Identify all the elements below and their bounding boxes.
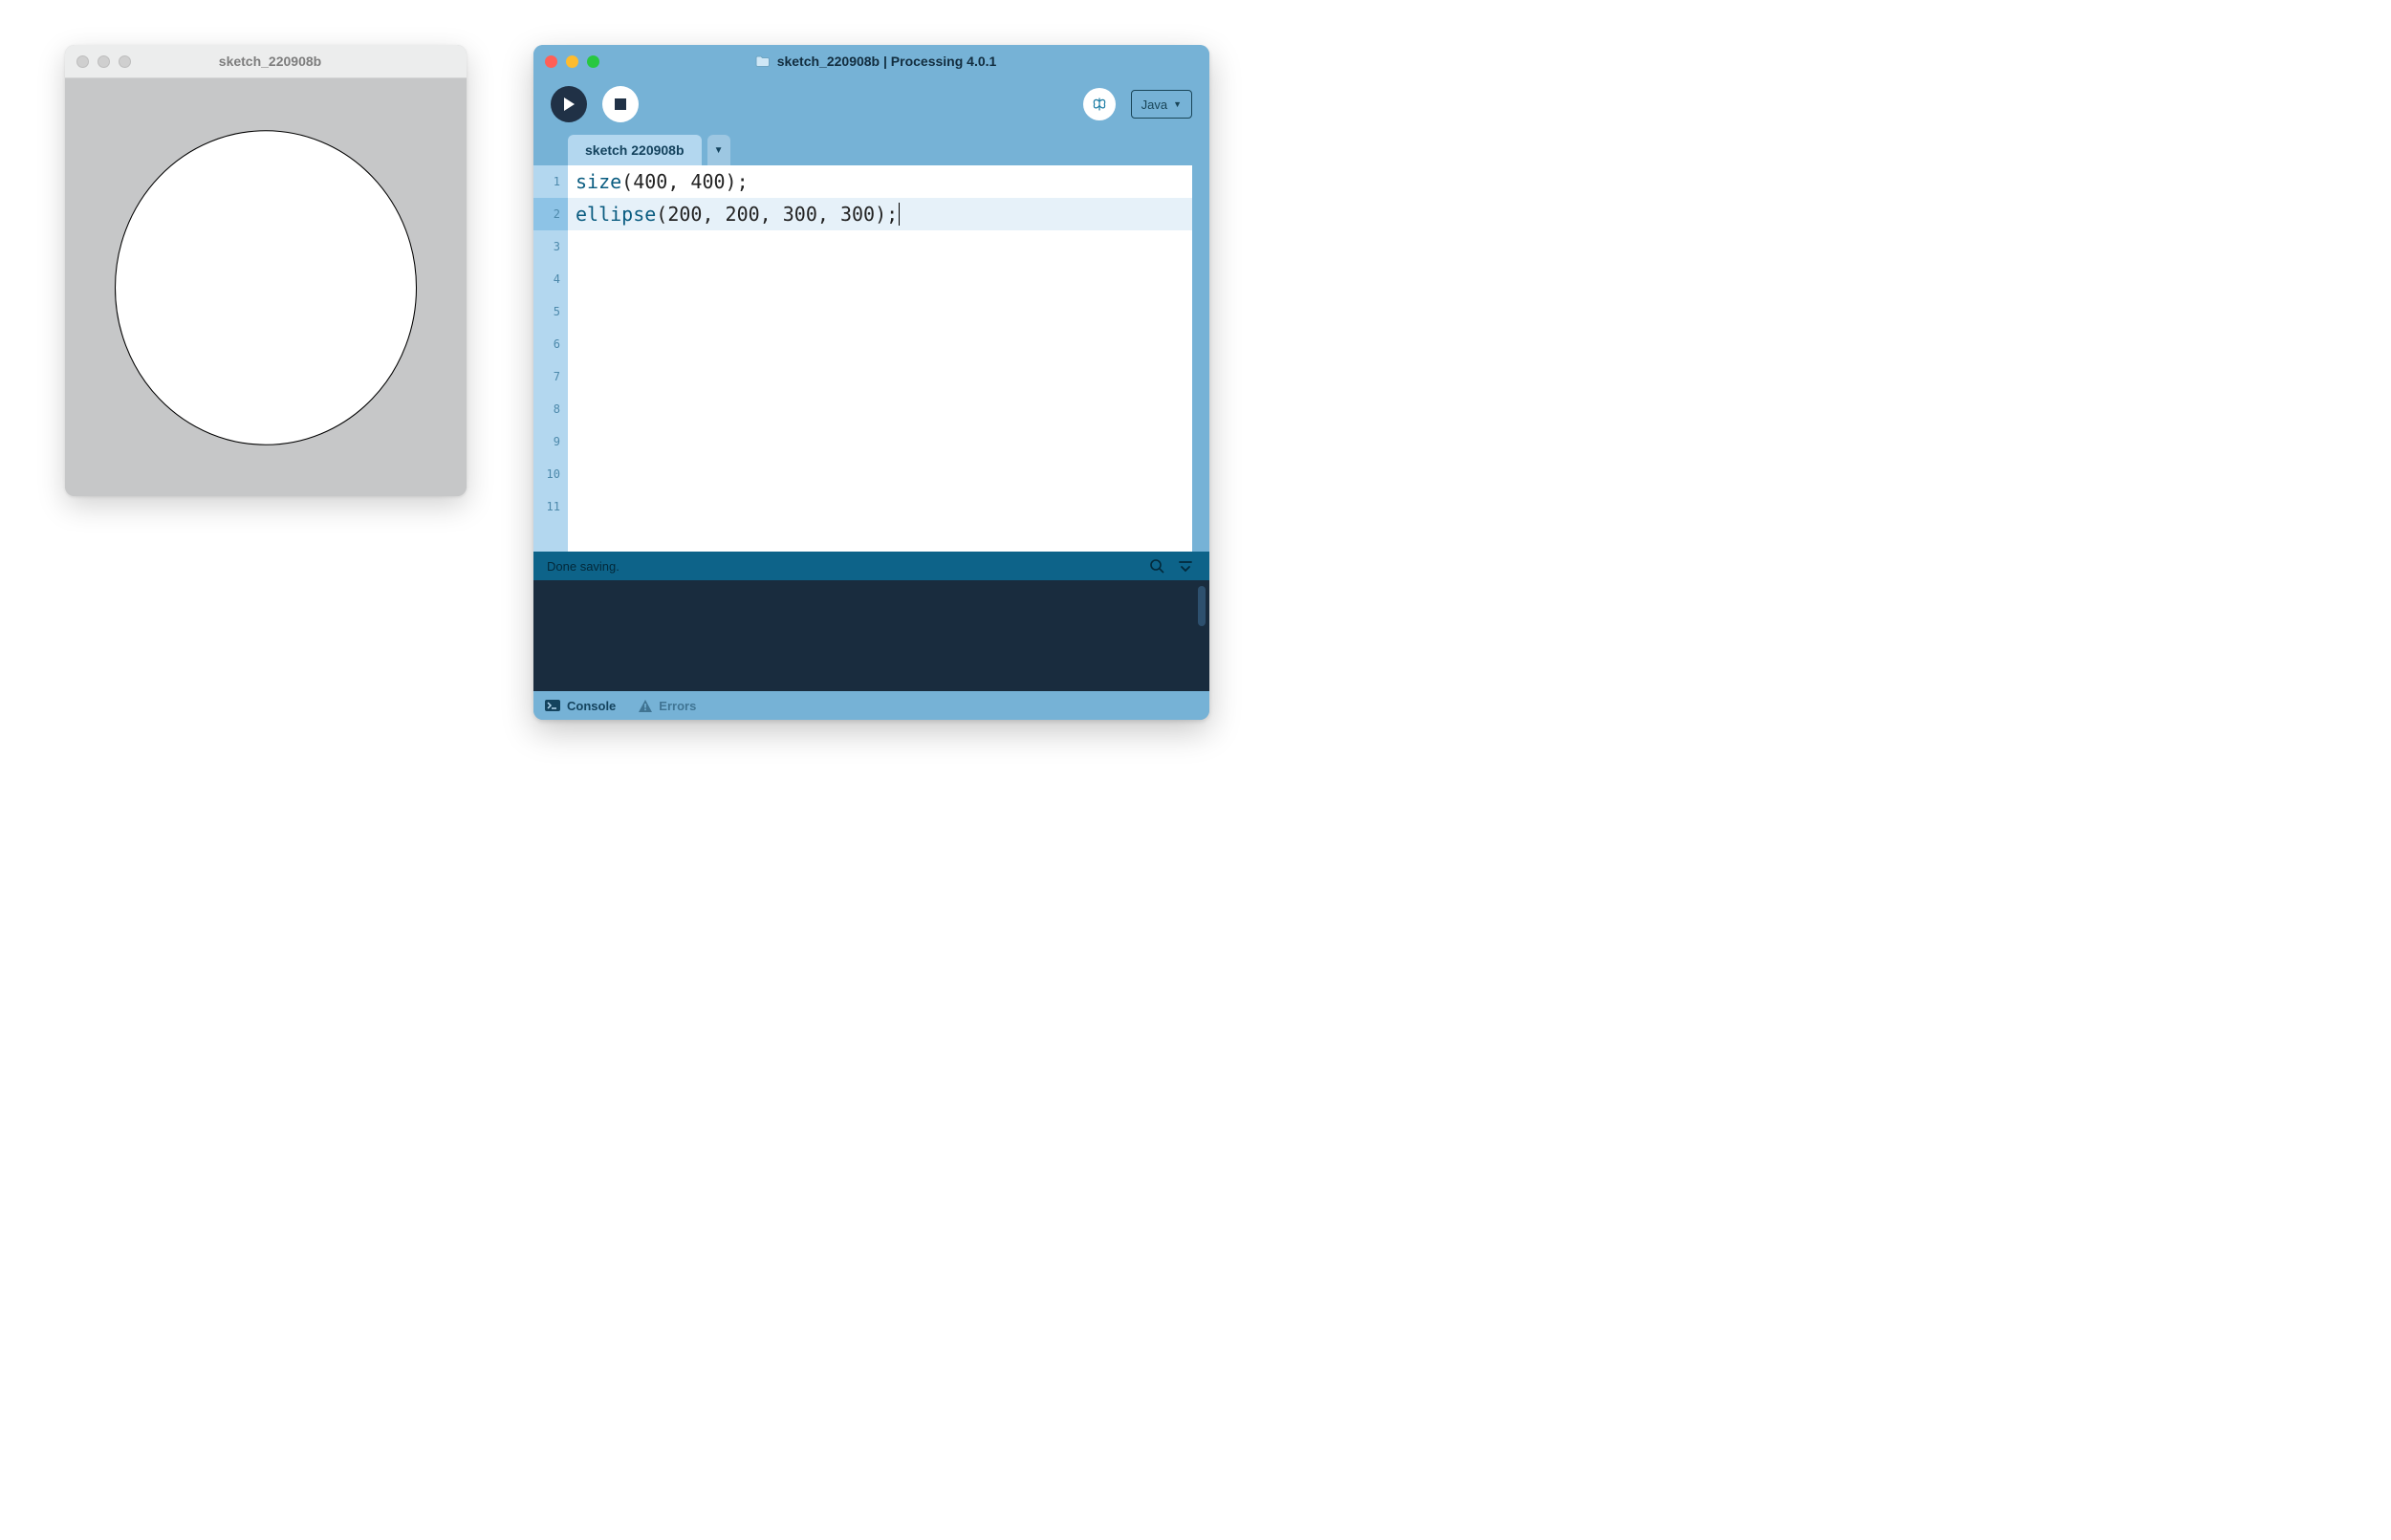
tab-errors[interactable]: Errors (639, 699, 696, 713)
line-number: 4 (533, 263, 568, 295)
chevron-down-icon: ▼ (1173, 99, 1182, 109)
status-text: Done saving. (547, 559, 1139, 574)
line-number: 9 (533, 425, 568, 458)
code-token: (200, 200, 300, 300); (656, 203, 898, 226)
line-number-gutter: 1234567891011 (533, 165, 568, 552)
sketch-output-window: sketch_220908b (65, 45, 467, 496)
bottom-tab-bar: Console Errors (533, 691, 1209, 720)
ide-title-wrap: sketch_220908b | Processing 4.0.1 (554, 54, 1198, 69)
line-number: 10 (533, 458, 568, 490)
tab-console-label: Console (567, 699, 616, 713)
file-tab-row: sketch 220908b ▼ (533, 131, 1209, 165)
scrollbar-thumb[interactable] (1198, 586, 1206, 626)
line-number: 6 (533, 328, 568, 360)
code-editor: 1234567891011 size(400, 400); ellipse(20… (533, 165, 1209, 552)
debug-button[interactable] (1083, 88, 1116, 120)
file-tab-label: sketch 220908b (585, 142, 685, 158)
collapse-console-icon[interactable] (1175, 555, 1196, 576)
tab-errors-label: Errors (659, 699, 696, 713)
line-number: 5 (533, 295, 568, 328)
chevron-down-icon: ▼ (714, 145, 724, 156)
ide-titlebar[interactable]: sketch_220908b | Processing 4.0.1 (533, 45, 1209, 77)
console-output[interactable] (533, 580, 1209, 691)
code-line: size(400, 400); (568, 165, 1192, 198)
code-token-function: size (576, 170, 621, 193)
folder-icon (755, 54, 771, 68)
ide-toolbar: Java ▼ (533, 77, 1209, 131)
line-number: 1 (533, 165, 568, 198)
line-number: 11 (533, 490, 568, 523)
code-token: (400, 400); (621, 170, 748, 193)
file-tab[interactable]: sketch 220908b (568, 135, 702, 165)
run-button[interactable] (551, 86, 587, 122)
warning-icon (639, 700, 652, 712)
search-icon[interactable] (1146, 555, 1167, 576)
code-token-function: ellipse (576, 203, 656, 226)
mode-selector[interactable]: Java ▼ (1131, 90, 1192, 119)
sketch-window-title: sketch_220908b (85, 54, 455, 69)
line-number: 7 (533, 360, 568, 393)
line-number: 8 (533, 393, 568, 425)
tab-console[interactable]: Console (545, 699, 616, 713)
play-icon (562, 97, 576, 112)
line-number: 2 (533, 198, 568, 230)
status-bar: Done saving. (533, 552, 1209, 580)
code-line: ellipse(200, 200, 300, 300); (568, 198, 1192, 230)
sketch-titlebar[interactable]: sketch_220908b (65, 45, 467, 78)
terminal-icon (545, 700, 560, 711)
ide-window-title: sketch_220908b | Processing 4.0.1 (777, 54, 997, 69)
tab-menu-button[interactable]: ▼ (707, 135, 730, 165)
text-cursor (899, 203, 900, 226)
butterfly-icon (1091, 96, 1108, 113)
sketch-canvas (65, 78, 467, 496)
code-text-area[interactable]: size(400, 400); ellipse(200, 200, 300, 3… (568, 165, 1192, 552)
stop-button[interactable] (602, 86, 639, 122)
sketch-render (65, 78, 467, 496)
line-number: 3 (533, 230, 568, 263)
processing-ide-window: sketch_220908b | Processing 4.0.1 (533, 45, 1209, 720)
mode-label: Java (1141, 98, 1167, 112)
stop-icon (614, 98, 627, 111)
